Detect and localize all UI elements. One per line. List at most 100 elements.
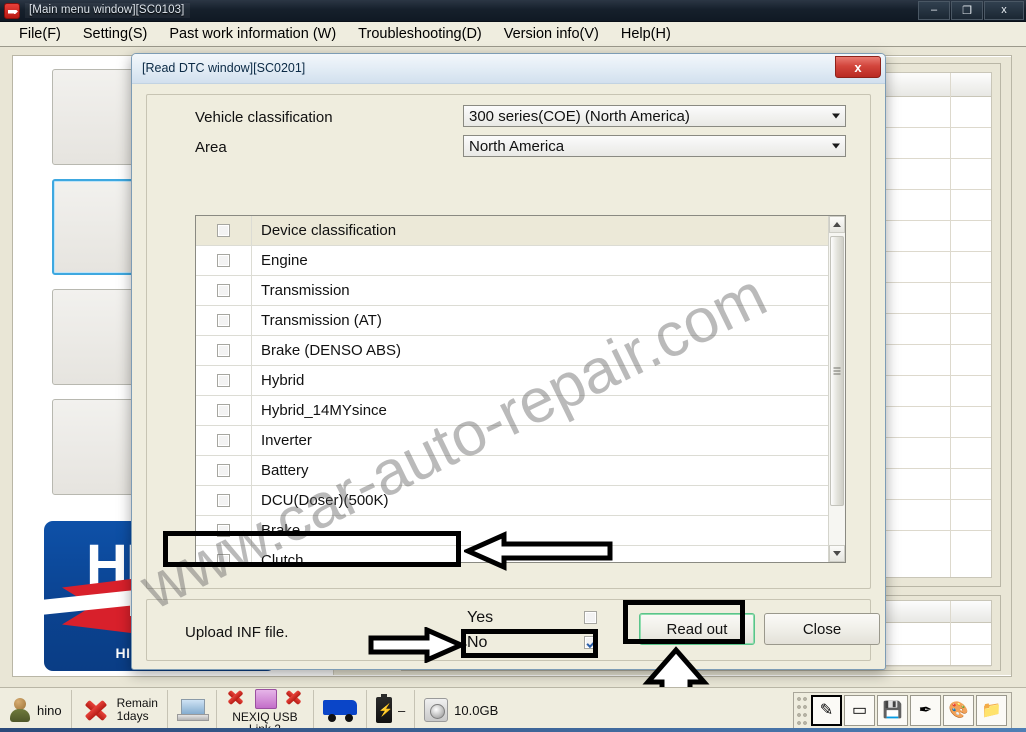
row-checkbox-cell[interactable] <box>196 486 252 515</box>
user-icon <box>9 697 31 723</box>
menu-item-help[interactable]: Help(H) <box>610 24 682 45</box>
nexiq-device-status: NEXIQ USB Link 2 <box>226 685 304 732</box>
read-dtc-dialog: [Read DTC window][SC0201] x Vehicle clas… <box>131 53 886 670</box>
scroll-up-icon[interactable] <box>829 216 845 233</box>
table-row[interactable]: Brake (DENSO ABS) <box>196 336 845 366</box>
scrollbar-thumb[interactable] <box>830 236 844 506</box>
dialog-footer-group: Upload INF file. Yes No Read out Close <box>146 599 880 661</box>
application-window: [Main menu window][SC0103] – ❐ x File(F)… <box>0 0 1026 732</box>
device-classification-column-header: Device classification <box>261 222 397 239</box>
row-checkbox[interactable] <box>217 284 230 297</box>
row-checkbox[interactable] <box>217 404 230 417</box>
maximize-button[interactable]: ❐ <box>951 0 983 20</box>
table-row[interactable]: Hybrid_14MYsince <box>196 396 845 426</box>
menu-item-version-info[interactable]: Version info(V) <box>493 24 610 45</box>
status-disk-cell: 10.0GB <box>415 690 507 730</box>
upload-yes-row[interactable]: Yes <box>467 605 597 630</box>
status-user-name: hino <box>37 702 62 718</box>
read-out-button[interactable]: Read out <box>639 613 755 645</box>
row-checkbox-cell[interactable] <box>196 336 252 365</box>
table-row[interactable]: Clutch <box>196 546 845 562</box>
row-checkbox[interactable] <box>217 554 230 562</box>
close-button[interactable]: x <box>984 0 1024 20</box>
list-vertical-scrollbar[interactable] <box>828 216 845 562</box>
row-checkbox[interactable] <box>217 314 230 327</box>
eraser-icon[interactable]: ▭ <box>844 694 875 726</box>
row-checkbox-cell[interactable] <box>196 366 252 395</box>
select-all-checkbox[interactable] <box>217 224 230 237</box>
menu-item-troubleshooting[interactable]: Troubleshooting(D) <box>347 24 493 45</box>
upload-inf-yes-no-group: Yes No <box>467 605 597 655</box>
status-interface-cell: NEXIQ USB Link 2 <box>217 689 314 732</box>
row-label: Transmission <box>261 282 350 299</box>
table-row[interactable]: Battery <box>196 456 845 486</box>
row-label: Brake (DENSO ABS) <box>261 342 402 359</box>
upload-no-checkbox[interactable] <box>584 636 597 649</box>
row-checkbox-cell[interactable] <box>196 516 252 545</box>
table-row[interactable]: Hybrid <box>196 366 845 396</box>
truck-wheel-front-icon <box>327 714 336 722</box>
pen-icon[interactable]: ✎ <box>811 694 842 726</box>
dialog-selection-group: Vehicle classification 300 series(COE) (… <box>146 94 871 589</box>
row-checkbox-cell[interactable] <box>196 426 252 455</box>
folder-icon[interactable]: 📁 <box>976 694 1007 726</box>
menu-item-file[interactable]: File(F) <box>8 24 72 45</box>
hard-disk-icon <box>424 698 449 722</box>
table-row[interactable]: Inverter <box>196 426 845 456</box>
scroll-down-icon[interactable] <box>829 545 845 562</box>
menu-item-setting[interactable]: Setting(S) <box>72 24 158 45</box>
table-row[interactable]: Engine <box>196 246 845 276</box>
row-checkbox[interactable] <box>217 254 230 267</box>
table-row[interactable]: Transmission (AT) <box>196 306 845 336</box>
main-window-title: [Main menu window][SC0103] <box>25 3 191 18</box>
vehicle-classification-select[interactable]: 300 series(COE) (North America) <box>463 105 846 127</box>
row-checkbox-cell[interactable] <box>196 546 252 562</box>
area-label: Area <box>195 139 227 156</box>
tray-grip-icon[interactable] <box>796 695 808 725</box>
status-disk-value: 10.0GB <box>454 702 499 718</box>
row-checkbox[interactable] <box>217 374 230 387</box>
palette-icon[interactable]: 🎨 <box>943 694 974 726</box>
laptop-icon <box>176 699 209 721</box>
row-checkbox[interactable] <box>217 464 230 477</box>
vehicle-classification-value: 300 series(COE) (North America) <box>469 108 690 125</box>
menu-item-past-work-information[interactable]: Past work information (W) <box>158 24 347 45</box>
table-row[interactable]: DCU(Doser)(500K) <box>196 486 845 516</box>
area-select[interactable]: North America <box>463 135 846 157</box>
save-icon[interactable]: 💾 <box>877 694 908 726</box>
dialog-close-icon[interactable]: x <box>835 56 881 78</box>
table-row[interactable]: Brake <box>196 516 845 546</box>
row-label: Hybrid_14MYsince <box>261 402 387 419</box>
row-checkbox-cell[interactable] <box>196 276 252 305</box>
scrollbar-grip-icon <box>833 367 841 375</box>
main-window-titlebar: [Main menu window][SC0103] – ❐ x <box>0 0 1026 22</box>
red-cross-icon-left <box>226 689 246 707</box>
chevron-down-icon <box>832 113 840 119</box>
dialog-title: [Read DTC window][SC0201] <box>142 61 306 75</box>
row-checkbox[interactable] <box>217 494 230 507</box>
row-checkbox-cell[interactable] <box>196 396 252 425</box>
row-label: Battery <box>261 462 309 479</box>
select-all-cell[interactable] <box>196 216 252 245</box>
row-checkbox-cell[interactable] <box>196 246 252 275</box>
vehicle-classification-label: Vehicle classification <box>195 109 333 126</box>
upload-yes-checkbox[interactable] <box>584 611 597 624</box>
dialog-close-button[interactable]: Close <box>764 613 880 645</box>
row-checkbox-cell[interactable] <box>196 306 252 335</box>
table-row[interactable]: Transmission <box>196 276 845 306</box>
device-classification-list[interactable]: Device classification Engine Transmissio… <box>195 215 846 563</box>
device-list-header-row: Device classification <box>196 216 845 246</box>
status-remain-text: Remain 1days <box>117 697 158 723</box>
row-checkbox[interactable] <box>217 344 230 357</box>
upload-inf-file-label: Upload INF file. <box>185 624 289 641</box>
red-cross-icon <box>81 697 111 723</box>
desktop-taskbar-edge <box>0 728 1026 732</box>
upload-no-row[interactable]: No <box>467 630 597 655</box>
row-checkbox-cell[interactable] <box>196 456 252 485</box>
row-checkbox[interactable] <box>217 434 230 447</box>
dialog-body: Vehicle classification 300 series(COE) (… <box>132 84 885 669</box>
upload-yes-label: Yes <box>467 608 494 626</box>
row-checkbox[interactable] <box>217 524 230 537</box>
pens-cup-icon[interactable]: ✒ <box>910 694 941 726</box>
minimize-button[interactable]: – <box>918 0 950 20</box>
